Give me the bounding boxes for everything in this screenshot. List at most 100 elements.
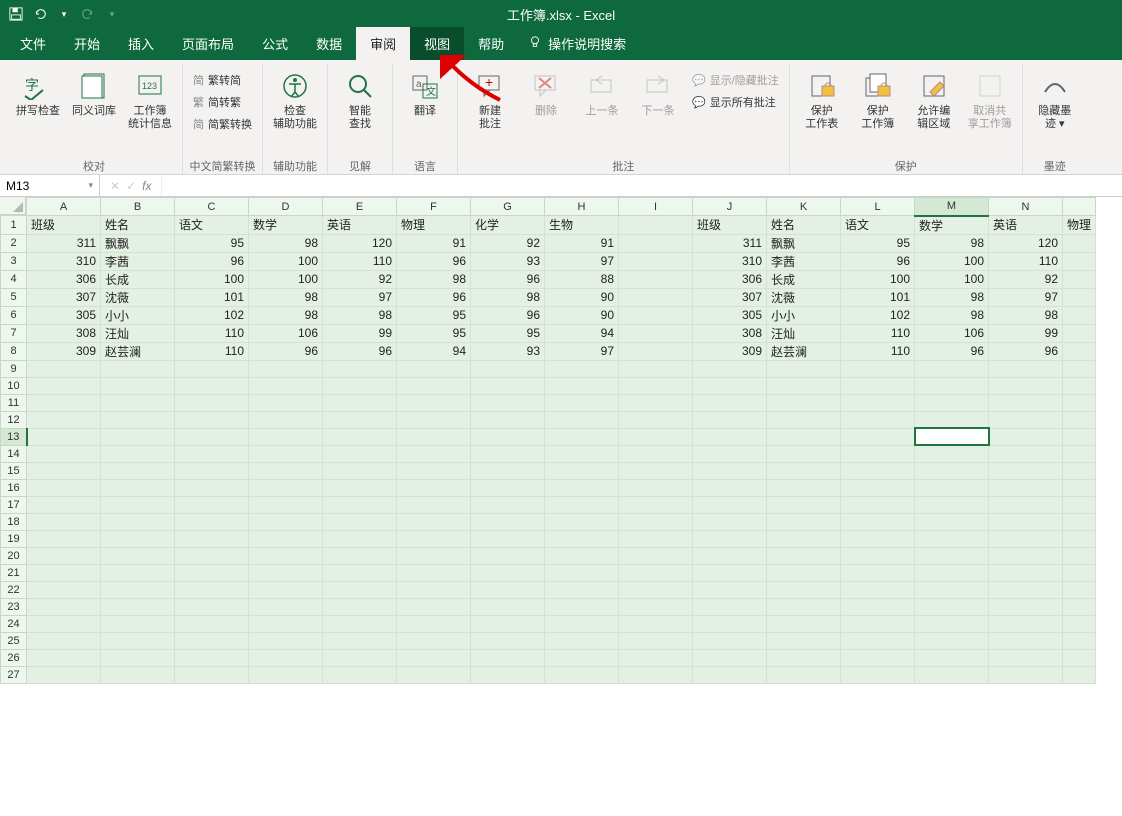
cell[interactable] xyxy=(915,496,989,513)
cell[interactable]: 92 xyxy=(323,270,397,288)
cell[interactable] xyxy=(915,394,989,411)
cell[interactable] xyxy=(471,394,545,411)
cell[interactable] xyxy=(101,479,175,496)
cell[interactable] xyxy=(397,513,471,530)
cell[interactable] xyxy=(249,479,323,496)
cell[interactable] xyxy=(989,598,1063,615)
column-header[interactable]: I xyxy=(619,198,693,216)
cell[interactable]: 91 xyxy=(397,234,471,252)
row-header[interactable]: 21 xyxy=(1,564,27,581)
cell[interactable] xyxy=(323,666,397,683)
cell[interactable] xyxy=(101,428,175,445)
cell[interactable] xyxy=(101,615,175,632)
translate-button[interactable]: a文 翻译 xyxy=(399,66,451,122)
cell[interactable] xyxy=(619,252,693,270)
cell[interactable] xyxy=(323,632,397,649)
cell[interactable] xyxy=(693,462,767,479)
cell[interactable] xyxy=(323,581,397,598)
cell[interactable]: 英语 xyxy=(323,216,397,235)
cell[interactable] xyxy=(249,360,323,377)
cell[interactable]: 90 xyxy=(545,288,619,306)
cell[interactable]: 飘飘 xyxy=(101,234,175,252)
cell[interactable] xyxy=(545,411,619,428)
cell[interactable]: 100 xyxy=(175,270,249,288)
cell[interactable] xyxy=(545,394,619,411)
cell[interactable] xyxy=(989,581,1063,598)
cell[interactable] xyxy=(989,428,1063,445)
cell[interactable] xyxy=(27,445,101,462)
simplified-to-traditional-button[interactable]: 繁简转繁 xyxy=(189,92,245,112)
cell[interactable] xyxy=(249,462,323,479)
cell[interactable] xyxy=(471,513,545,530)
cell[interactable]: 96 xyxy=(471,306,545,324)
cell[interactable] xyxy=(545,598,619,615)
cell[interactable]: 92 xyxy=(471,234,545,252)
cell[interactable]: 语文 xyxy=(841,216,915,235)
cell[interactable] xyxy=(27,479,101,496)
cell[interactable] xyxy=(249,428,323,445)
cell[interactable] xyxy=(693,479,767,496)
cell[interactable] xyxy=(767,530,841,547)
cell[interactable] xyxy=(397,411,471,428)
cell[interactable] xyxy=(841,564,915,581)
cell[interactable] xyxy=(397,394,471,411)
row-header[interactable]: 3 xyxy=(1,252,27,270)
workbook-stats-button[interactable]: 123 工作簿 统计信息 xyxy=(124,66,176,135)
column-header[interactable]: D xyxy=(249,198,323,216)
cell[interactable]: 班级 xyxy=(27,216,101,235)
formula-input[interactable] xyxy=(162,175,1122,196)
row-header[interactable]: 25 xyxy=(1,632,27,649)
cell[interactable] xyxy=(619,216,693,235)
cell[interactable] xyxy=(27,598,101,615)
cell[interactable]: 长成 xyxy=(101,270,175,288)
check-accessibility-button[interactable]: 检查 辅助功能 xyxy=(269,66,321,135)
cell[interactable] xyxy=(915,649,989,666)
cell[interactable] xyxy=(545,666,619,683)
cell[interactable] xyxy=(841,428,915,445)
cell[interactable] xyxy=(27,462,101,479)
cell[interactable] xyxy=(471,479,545,496)
cell[interactable] xyxy=(767,394,841,411)
cell[interactable] xyxy=(471,564,545,581)
cell[interactable] xyxy=(27,411,101,428)
cell[interactable]: 96 xyxy=(323,342,397,360)
cell[interactable] xyxy=(545,615,619,632)
row-header[interactable]: 18 xyxy=(1,513,27,530)
spelling-button[interactable]: 字 拼写检查 xyxy=(12,66,64,122)
cell[interactable] xyxy=(841,394,915,411)
cell[interactable] xyxy=(545,428,619,445)
cell[interactable]: 95 xyxy=(841,234,915,252)
cell[interactable] xyxy=(471,496,545,513)
cell[interactable] xyxy=(619,513,693,530)
cell[interactable] xyxy=(323,411,397,428)
cell[interactable] xyxy=(249,411,323,428)
cell[interactable] xyxy=(101,547,175,564)
cell[interactable] xyxy=(323,462,397,479)
tab-home[interactable]: 开始 xyxy=(60,27,114,60)
cell[interactable] xyxy=(841,496,915,513)
redo-icon[interactable] xyxy=(80,6,96,22)
allow-edit-ranges-button[interactable]: 允许编 辑区域 xyxy=(908,66,960,135)
cell[interactable]: 102 xyxy=(175,306,249,324)
column-header[interactable]: F xyxy=(397,198,471,216)
cell[interactable]: 98 xyxy=(471,288,545,306)
cell[interactable]: 98 xyxy=(915,288,989,306)
cell[interactable] xyxy=(175,496,249,513)
cell[interactable]: 97 xyxy=(323,288,397,306)
tab-insert[interactable]: 插入 xyxy=(114,27,168,60)
cell[interactable]: 120 xyxy=(323,234,397,252)
cell[interactable] xyxy=(989,445,1063,462)
cell[interactable] xyxy=(397,581,471,598)
cell[interactable]: 98 xyxy=(249,234,323,252)
cell[interactable] xyxy=(27,513,101,530)
cell[interactable] xyxy=(1063,270,1096,288)
cell[interactable] xyxy=(323,479,397,496)
cell[interactable] xyxy=(397,462,471,479)
cell[interactable] xyxy=(545,632,619,649)
cell[interactable] xyxy=(619,270,693,288)
cell[interactable] xyxy=(915,360,989,377)
cell[interactable]: 96 xyxy=(841,252,915,270)
fx-icon[interactable]: fx xyxy=(142,179,151,193)
cell[interactable] xyxy=(323,360,397,377)
cell[interactable] xyxy=(841,411,915,428)
